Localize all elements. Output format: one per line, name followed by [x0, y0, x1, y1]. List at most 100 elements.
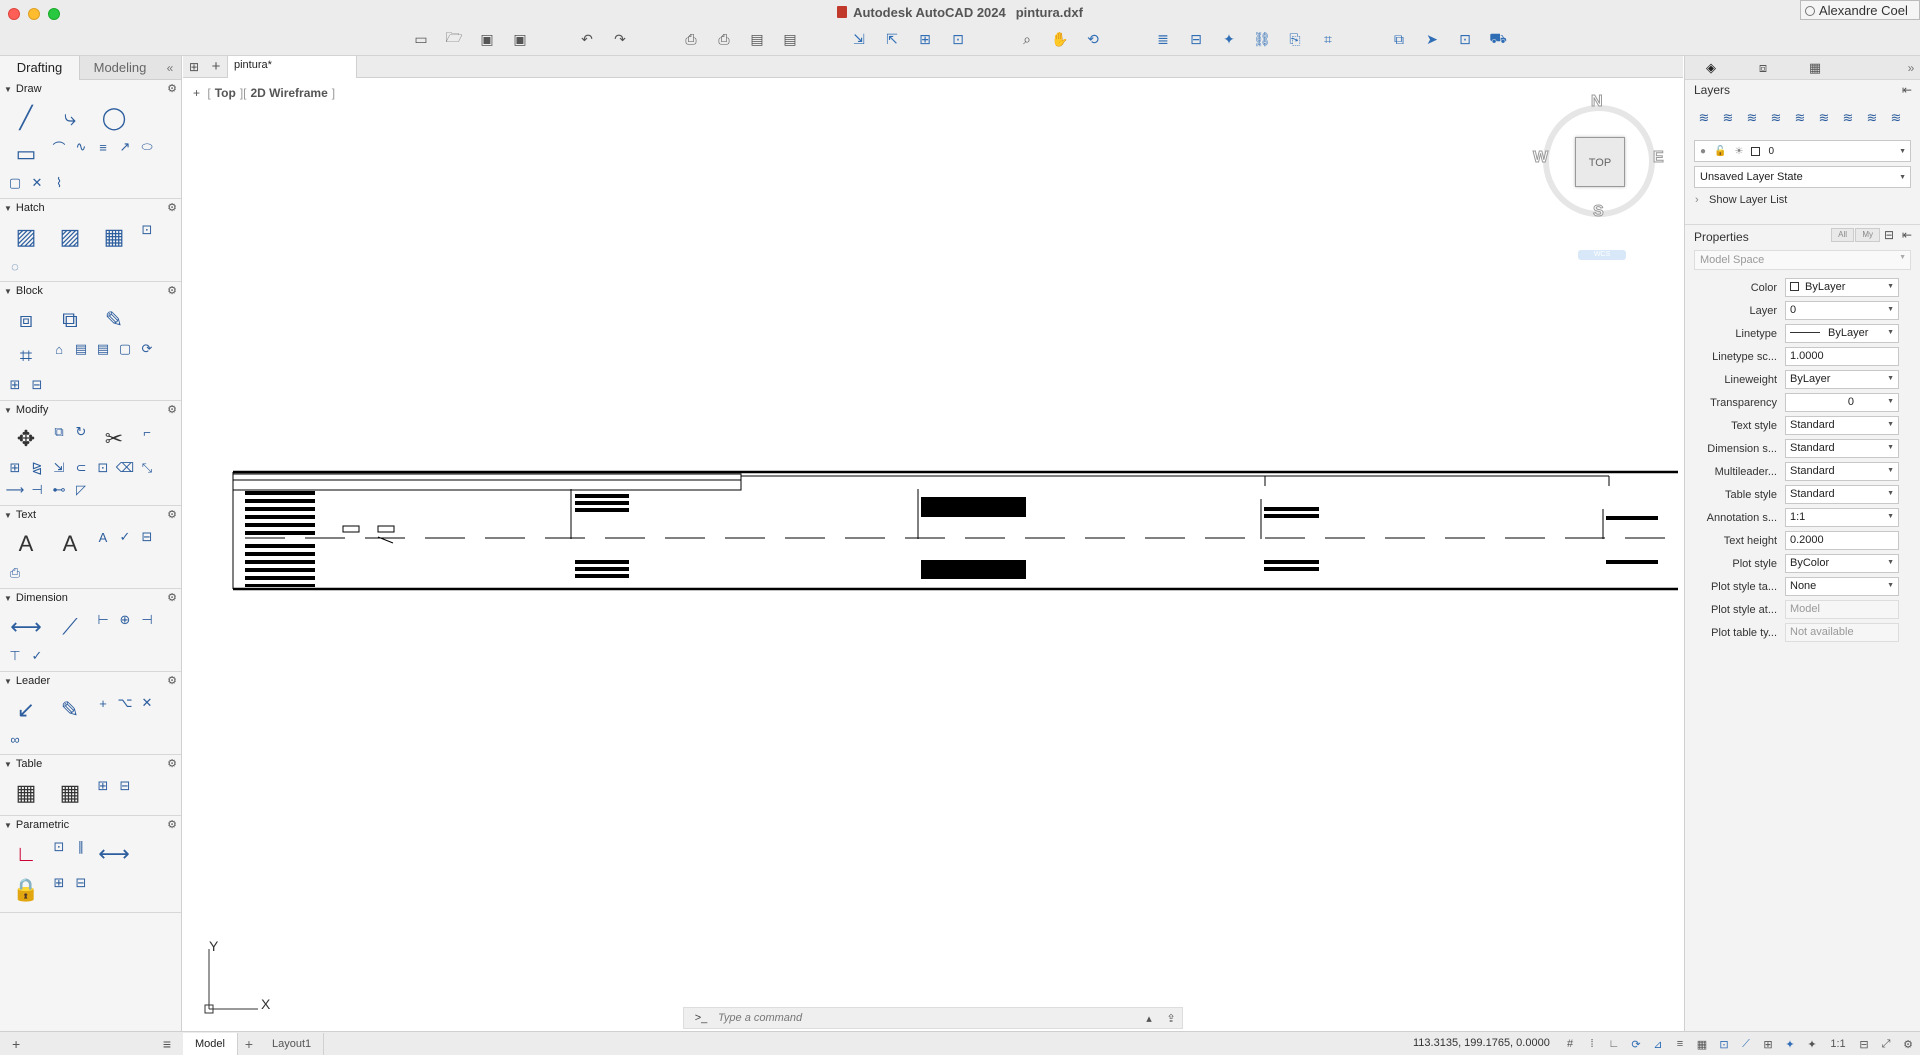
add-leader-icon[interactable]: +	[92, 692, 114, 714]
grid-icon[interactable]: #	[1560, 1034, 1580, 1054]
gear-icon[interactable]: ⚙	[167, 403, 177, 416]
arc-icon[interactable]: ⌒	[48, 136, 70, 158]
section-dimension-header[interactable]: ▼ Dimension ⚙	[0, 589, 181, 607]
gear-icon[interactable]: ⚙	[167, 591, 177, 604]
offset-icon[interactable]: ⊂	[70, 457, 92, 479]
undo-icon[interactable]: ↶	[576, 29, 598, 49]
quick-select-icon[interactable]: ⊟	[1884, 228, 1894, 242]
section-draw-header[interactable]: ▼ Draw ⚙	[0, 80, 181, 98]
filter-my-button[interactable]: My	[1855, 228, 1880, 242]
filter-all-button[interactable]: All	[1831, 228, 1854, 242]
save-as-icon[interactable]: ▣	[509, 29, 531, 49]
linear-dimension-icon[interactable]: ⊢	[92, 609, 114, 631]
annotation-visibility-icon[interactable]: ✦	[1780, 1034, 1800, 1054]
compass-north[interactable]: N	[1591, 93, 1604, 111]
property-value-field[interactable]: 1.0000	[1785, 347, 1899, 366]
erase-icon[interactable]: ⌫	[114, 457, 136, 479]
create-block-icon[interactable]: ⧈	[4, 302, 48, 338]
property-value-field[interactable]: ByLayer ▼	[1785, 370, 1899, 389]
new-layer-icon[interactable]: ≋	[1716, 108, 1740, 128]
fullscreen-icon[interactable]: ⤢	[1876, 1034, 1896, 1054]
table-style-icon[interactable]: ▦	[48, 775, 92, 811]
property-value-field[interactable]: 0 ▼	[1785, 301, 1899, 320]
workspace-icon[interactable]: ⊟	[1854, 1034, 1874, 1054]
layer-previous-icon[interactable]: ≋	[1764, 108, 1788, 128]
multileader-icon[interactable]: ↙	[4, 692, 48, 728]
add-layout-button[interactable]: +	[238, 1036, 260, 1052]
library-tab-icon[interactable]: ▦	[1789, 60, 1841, 76]
gear-icon[interactable]: ⚙	[167, 201, 177, 214]
open-icon[interactable]: 🗁	[443, 29, 465, 49]
send-icon[interactable]: ➤	[1421, 29, 1443, 49]
drawing-canvas[interactable]: + [Top][2D Wireframe] Y X	[183, 79, 1683, 1031]
section-parametric-header[interactable]: ▼ Parametric ⚙	[0, 816, 181, 834]
property-value-field[interactable]: Standard ▼	[1785, 416, 1899, 435]
section-modify-header[interactable]: ▼ Modify ⚙	[0, 401, 181, 419]
join-icon[interactable]: ⊷	[48, 479, 70, 501]
dimensional-constraint-icon[interactable]: ⟷	[92, 836, 136, 872]
remove-leader-icon[interactable]: ✕	[136, 692, 158, 714]
tag-icon[interactable]: ⌂	[48, 338, 70, 360]
tab-layout1[interactable]: Layout1	[260, 1032, 325, 1055]
object-snap-tracking-icon[interactable]: ≡	[1670, 1034, 1690, 1054]
section-text-header[interactable]: ▼ Text ⚙	[0, 506, 181, 524]
command-input[interactable]: Type a command	[718, 1012, 1138, 1024]
collapse-palette-icon[interactable]: «	[160, 56, 180, 79]
gradient-icon[interactable]: ▦	[92, 219, 136, 255]
fillet-icon[interactable]: ⌐	[136, 421, 158, 443]
define-attribute-icon[interactable]: ▤	[70, 338, 92, 360]
section-leader-header[interactable]: ▼ Leader ⚙	[0, 672, 181, 690]
baseline-dimension-icon[interactable]: ⊤	[4, 645, 26, 667]
rotate-icon[interactable]: ↻	[70, 421, 92, 443]
section-table-header[interactable]: ▼ Table ⚙	[0, 755, 181, 773]
batch-plot-icon[interactable]: ⎙	[713, 29, 735, 49]
edit-block-icon[interactable]: ✎	[92, 302, 136, 338]
tab-model[interactable]: Model	[183, 1032, 238, 1055]
customize-icon[interactable]: ⚙	[1898, 1034, 1918, 1054]
pin-icon[interactable]: ⇤	[1902, 83, 1912, 97]
block-attributes-icon[interactable]: ⌗	[4, 338, 48, 374]
layer-off-icon[interactable]: ≋	[1812, 108, 1836, 128]
ray-icon[interactable]: ↗	[114, 136, 136, 158]
user-account-button[interactable]: Alexandre Coel	[1800, 0, 1920, 20]
collect-leader-icon[interactable]: ∞	[4, 728, 26, 750]
spell-check-icon[interactable]: ✓	[114, 526, 136, 548]
snap-icon[interactable]: ⁞	[1582, 1034, 1602, 1054]
geometric-constraint-icon[interactable]: ∟	[4, 836, 48, 872]
cursor-coordinates[interactable]: 113.3135, 199.1765, 0.0000	[1413, 1037, 1550, 1049]
quick-dimension-icon[interactable]: ⟋	[48, 609, 92, 645]
radius-dimension-icon[interactable]: ⊕	[114, 609, 136, 631]
quickcalc-icon[interactable]: ⌗	[1317, 29, 1339, 49]
spline-icon[interactable]: ∿	[70, 136, 92, 158]
gear-icon[interactable]: ⚙	[167, 674, 177, 687]
gear-icon[interactable]: ⚙	[167, 818, 177, 831]
array-icon[interactable]: ⊞	[4, 457, 26, 479]
current-layer-combo[interactable]: ● 🔓 ☀ 0 ▼	[1694, 140, 1911, 162]
dimension-check-icon[interactable]: ✓	[26, 645, 48, 667]
compass-west[interactable]: W	[1532, 149, 1548, 167]
layer-lock-icon[interactable]: ≋	[1860, 108, 1884, 128]
line-icon[interactable]: ╱	[4, 100, 48, 136]
property-value-field[interactable]: 0.2000	[1785, 531, 1899, 550]
property-value-field[interactable]: 0 ▼	[1785, 393, 1899, 412]
multiline-icon[interactable]: ≡	[92, 136, 114, 158]
layer-unisolate-icon[interactable]: ≋	[1884, 108, 1908, 128]
zoom-icon[interactable]: ⌕	[1016, 29, 1038, 49]
insert-block-icon[interactable]: ⧉	[48, 302, 92, 338]
property-value-field[interactable]: 1:1 ▼	[1785, 508, 1899, 527]
break-icon[interactable]: ⊣	[26, 479, 48, 501]
wcs-menu[interactable]: WCS	[1578, 250, 1626, 260]
revcloud-icon[interactable]: ⌇	[48, 172, 70, 194]
show-constraints-icon[interactable]: ⊟	[70, 872, 92, 894]
table-icon[interactable]: ▦	[4, 775, 48, 811]
blocks-tab-icon[interactable]: ⧈	[1737, 60, 1789, 76]
single-line-text-icon[interactable]: A	[48, 526, 92, 562]
ellipse-icon[interactable]: ⬭	[136, 136, 158, 158]
explode-icon[interactable]: ⊡	[92, 457, 114, 479]
continue-dimension-icon[interactable]: ⊣	[136, 609, 158, 631]
attach-icon[interactable]: ⊞	[914, 29, 936, 49]
wipeout-icon[interactable]: ◌	[4, 255, 26, 277]
add-icon[interactable]: +	[12, 1036, 20, 1052]
layer-properties-icon[interactable]: ≋	[1692, 108, 1716, 128]
viewcube[interactable]: TOP N S E W	[1532, 93, 1665, 225]
